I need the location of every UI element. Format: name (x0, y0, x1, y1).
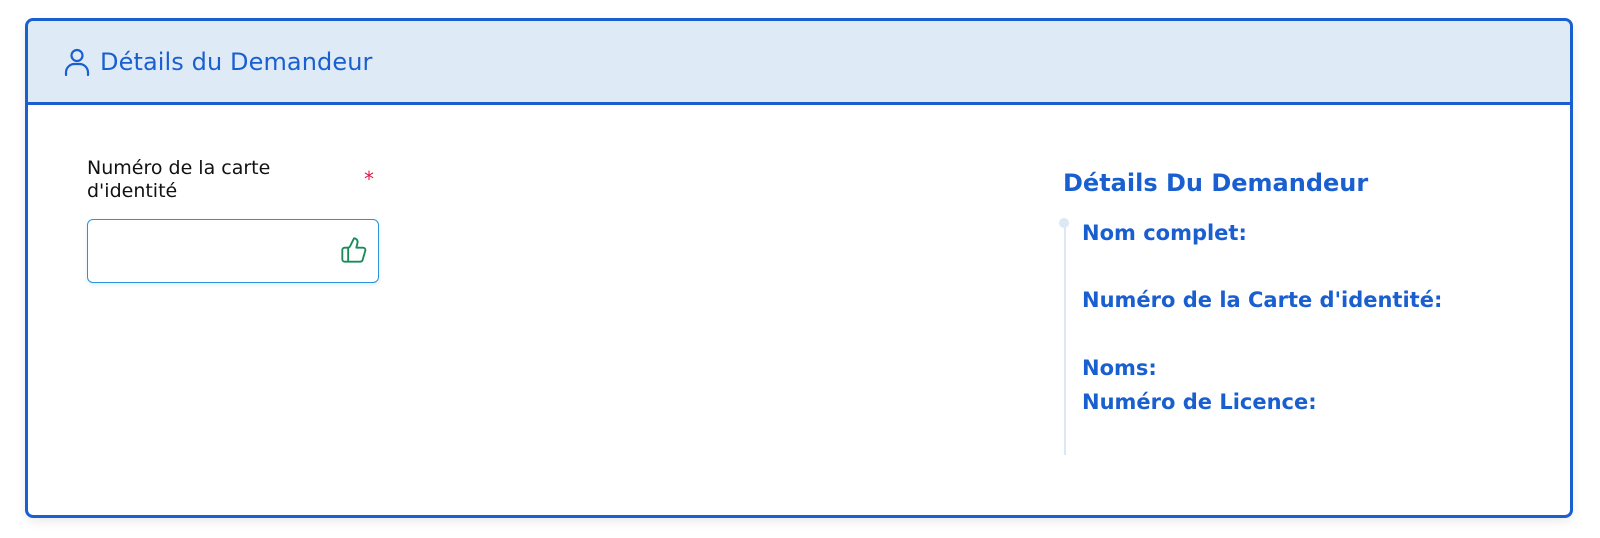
id-card-label: Numéro de la carte d'identité (87, 157, 271, 202)
required-indicator: * (364, 167, 374, 191)
detail-full-name: Nom complet: (1082, 221, 1247, 245)
detail-license-number: Numéro de Licence: (1082, 390, 1317, 414)
applicant-details-card: Détails du Demandeur Numéro de la carte … (25, 18, 1573, 518)
card-header: Détails du Demandeur (28, 21, 1570, 105)
detail-id-card-number: Numéro de la Carte d'identité: (1082, 288, 1443, 312)
user-icon (62, 46, 92, 78)
detail-names: Noms: (1082, 356, 1157, 380)
id-card-field[interactable] (87, 219, 379, 283)
section-title: Détails du Demandeur (100, 47, 373, 76)
thumbs-up-icon (340, 236, 368, 264)
timeline-line (1064, 225, 1066, 455)
details-panel-title: Détails Du Demandeur (1063, 169, 1369, 197)
id-card-input[interactable] (98, 230, 332, 274)
